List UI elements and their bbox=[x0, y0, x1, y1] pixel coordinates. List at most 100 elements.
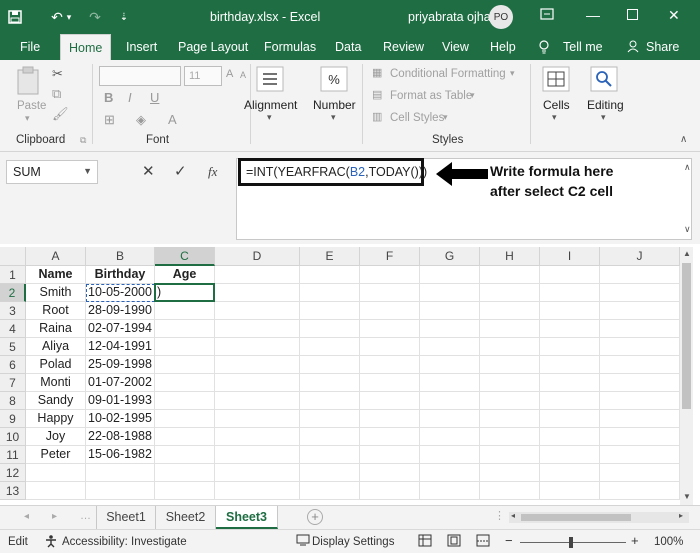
cell[interactable] bbox=[360, 338, 420, 356]
split-handle-icon[interactable]: ⋮ bbox=[494, 509, 505, 522]
cell[interactable] bbox=[215, 338, 300, 356]
conditional-formatting-button[interactable]: Conditional Formatting bbox=[390, 68, 506, 80]
clipboard-launcher-icon[interactable]: ⧉ bbox=[80, 135, 86, 146]
close-icon[interactable]: ✕ bbox=[668, 7, 680, 24]
scroll-right-icon[interactable]: ▸ bbox=[679, 511, 683, 520]
cell[interactable] bbox=[155, 464, 215, 482]
cell[interactable] bbox=[300, 410, 360, 428]
cell[interactable] bbox=[420, 266, 480, 284]
cell[interactable] bbox=[420, 482, 480, 500]
cell[interactable] bbox=[480, 464, 540, 482]
font-name-select[interactable] bbox=[99, 66, 181, 86]
cell-styles-button[interactable]: Cell Styles bbox=[390, 112, 444, 124]
collapse-ribbon-icon[interactable]: ∧ bbox=[680, 134, 687, 145]
horizontal-scroll-thumb[interactable] bbox=[521, 514, 631, 521]
normal-view-icon[interactable] bbox=[418, 534, 432, 550]
row-header-13[interactable]: 13 bbox=[0, 482, 26, 500]
cell[interactable] bbox=[26, 482, 86, 500]
cell[interactable] bbox=[155, 320, 215, 338]
birthday-cell[interactable]: 10-02-1995 bbox=[86, 410, 155, 428]
cell[interactable] bbox=[420, 410, 480, 428]
header-cell[interactable]: Birthday bbox=[86, 266, 155, 284]
cell[interactable] bbox=[155, 302, 215, 320]
cell[interactable] bbox=[155, 338, 215, 356]
cell[interactable] bbox=[480, 392, 540, 410]
row-header-3[interactable]: 3 bbox=[0, 302, 26, 320]
minimize-icon[interactable]: — bbox=[586, 7, 600, 23]
cells-icon[interactable] bbox=[542, 66, 570, 95]
column-header-a[interactable]: A bbox=[26, 247, 86, 266]
expand-formula-bar-icon[interactable]: ∧ bbox=[684, 162, 691, 173]
cell[interactable] bbox=[215, 302, 300, 320]
cell[interactable] bbox=[155, 446, 215, 464]
tab-help[interactable]: Help bbox=[490, 40, 516, 54]
birthday-cell[interactable]: 22-08-1988 bbox=[86, 428, 155, 446]
cell[interactable] bbox=[300, 302, 360, 320]
accessibility-status[interactable]: Accessibility: Investigate bbox=[62, 536, 187, 548]
cell[interactable] bbox=[480, 266, 540, 284]
editing-button[interactable]: Editing bbox=[587, 98, 624, 112]
cell[interactable] bbox=[420, 356, 480, 374]
cell[interactable] bbox=[86, 464, 155, 482]
cell[interactable] bbox=[215, 482, 300, 500]
tab-view[interactable]: View bbox=[442, 40, 469, 54]
cell[interactable] bbox=[420, 284, 480, 302]
cell[interactable] bbox=[420, 446, 480, 464]
cell[interactable] bbox=[540, 374, 600, 392]
next-sheet-icon[interactable]: ▸ bbox=[52, 511, 57, 522]
row-header-7[interactable]: 7 bbox=[0, 374, 26, 392]
border-icon[interactable]: ⊞ bbox=[104, 112, 115, 128]
column-header-d[interactable]: D bbox=[215, 247, 300, 266]
avatar[interactable]: PO bbox=[489, 5, 513, 29]
cell[interactable] bbox=[420, 428, 480, 446]
cell[interactable] bbox=[480, 374, 540, 392]
cell[interactable] bbox=[600, 374, 680, 392]
row-header-2[interactable]: 2 bbox=[0, 284, 26, 302]
page-layout-view-icon[interactable] bbox=[447, 534, 461, 550]
collapse-formula-bar-icon[interactable]: ∨ bbox=[684, 224, 691, 235]
cell[interactable] bbox=[420, 302, 480, 320]
birthday-cell[interactable]: 12-04-1991 bbox=[86, 338, 155, 356]
cell[interactable] bbox=[540, 302, 600, 320]
header-cell[interactable]: Age bbox=[155, 266, 215, 284]
cell[interactable] bbox=[540, 482, 600, 500]
cell[interactable] bbox=[215, 284, 300, 302]
undo-dropdown-icon[interactable]: ▾ bbox=[62, 0, 76, 34]
birthday-cell[interactable]: 01-07-2002 bbox=[86, 374, 155, 392]
row-header-12[interactable]: 12 bbox=[0, 464, 26, 482]
redo-icon[interactable]: ↷ bbox=[80, 0, 110, 34]
name-cell[interactable]: Root bbox=[26, 302, 86, 320]
cell[interactable] bbox=[600, 266, 680, 284]
cell[interactable] bbox=[600, 410, 680, 428]
birthday-cell[interactable]: 02-07-1994 bbox=[86, 320, 155, 338]
page-break-view-icon[interactable] bbox=[476, 534, 490, 550]
cell[interactable] bbox=[155, 428, 215, 446]
cell[interactable] bbox=[360, 464, 420, 482]
column-header-c[interactable]: C bbox=[155, 247, 215, 266]
tab-file[interactable]: File bbox=[20, 40, 40, 54]
cut-icon[interactable]: ✂ bbox=[52, 66, 63, 82]
name-cell[interactable]: Aliya bbox=[26, 338, 86, 356]
row-header-6[interactable]: 6 bbox=[0, 356, 26, 374]
cell[interactable] bbox=[600, 338, 680, 356]
cell[interactable] bbox=[540, 392, 600, 410]
vertical-scroll-thumb[interactable] bbox=[682, 263, 691, 409]
conditional-formatting-icon[interactable]: ▦ bbox=[372, 66, 382, 79]
prev-sheet-icon[interactable]: ◂ bbox=[24, 511, 29, 522]
birthday-cell[interactable]: 15-06-1982 bbox=[86, 446, 155, 464]
percent-icon[interactable]: % bbox=[320, 66, 348, 95]
cell[interactable] bbox=[300, 428, 360, 446]
cell[interactable] bbox=[420, 374, 480, 392]
cell[interactable] bbox=[360, 284, 420, 302]
cell[interactable] bbox=[300, 338, 360, 356]
alignment-button[interactable]: Alignment bbox=[244, 98, 297, 112]
header-cell[interactable]: Name bbox=[26, 266, 86, 284]
cell[interactable] bbox=[480, 482, 540, 500]
cell[interactable] bbox=[540, 410, 600, 428]
row-header-8[interactable]: 8 bbox=[0, 392, 26, 410]
cell[interactable] bbox=[215, 266, 300, 284]
cell[interactable] bbox=[600, 392, 680, 410]
cell[interactable] bbox=[600, 320, 680, 338]
cell[interactable] bbox=[360, 482, 420, 500]
paste-dropdown-icon[interactable]: ▾ bbox=[25, 113, 30, 124]
